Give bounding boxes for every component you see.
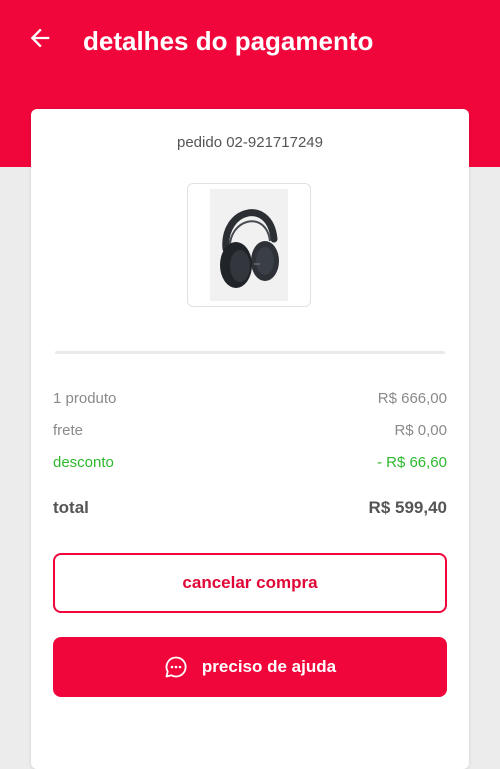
summary-label: desconto	[53, 454, 114, 471]
help-label: preciso de ajuda	[201, 657, 337, 676]
arrow-left-icon	[26, 24, 54, 57]
page-title: detalhes do pagamento	[83, 26, 374, 56]
payment-details-card: pedido 02-921717249 1 produto R$ 666,00 …	[31, 109, 469, 769]
total-label: total	[53, 498, 89, 517]
summary-row-discount: desconto - R$ 66,60	[53, 452, 447, 474]
cancel-purchase-label: cancelar compra	[182, 573, 318, 592]
summary-row-total: total R$ 599,40	[53, 495, 447, 521]
headphones-product-image	[210, 189, 288, 301]
summary-value: R$ 0,00	[394, 422, 447, 439]
summary-label: 1 produto	[53, 390, 117, 407]
help-button[interactable]: preciso de ajuda	[53, 637, 447, 697]
product-thumbnail[interactable]	[187, 183, 311, 307]
summary-row-products: 1 produto R$ 666,00	[53, 388, 447, 410]
order-id: pedido 02-921717249	[177, 134, 323, 151]
cancel-purchase-button[interactable]: cancelar compra	[53, 553, 447, 613]
chat-bubble-icon	[164, 655, 188, 679]
summary-value: - R$ 66,60	[376, 454, 447, 471]
summary-label: frete	[53, 422, 84, 439]
summary-value: R$ 666,00	[377, 390, 447, 407]
back-button[interactable]	[22, 22, 58, 58]
total-value: R$ 599,40	[368, 498, 447, 517]
summary-row-shipping: frete R$ 0,00	[53, 420, 447, 442]
divider	[55, 351, 445, 354]
